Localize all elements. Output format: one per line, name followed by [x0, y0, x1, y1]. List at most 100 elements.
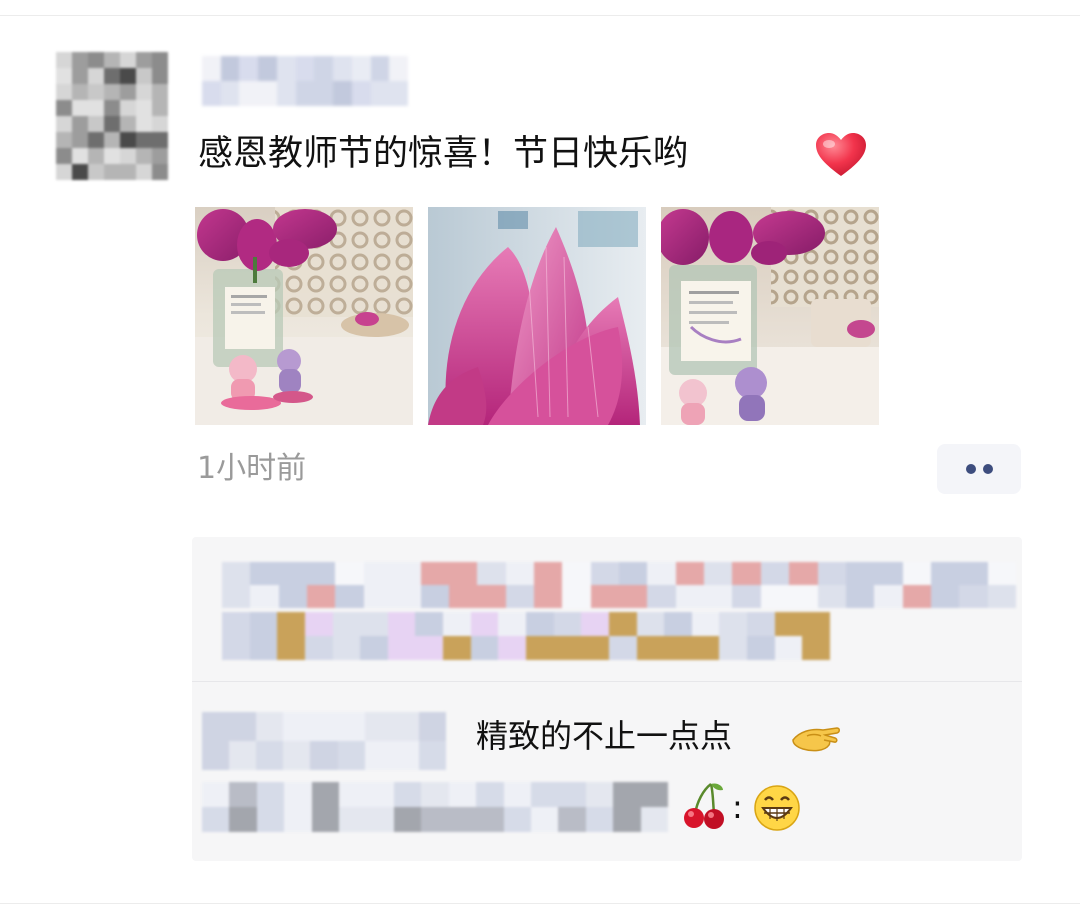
- mosaic-cell: [902, 585, 931, 608]
- mosaic-cell: [351, 81, 371, 106]
- mosaic-cell: [420, 585, 449, 608]
- mosaic-cell: [136, 52, 152, 68]
- mosaic-cell: [477, 585, 506, 608]
- mosaic-cell: [647, 562, 676, 585]
- mosaic-cell: [585, 782, 614, 807]
- mosaic-cell: [239, 81, 259, 106]
- mosaic-cell: [503, 807, 531, 832]
- mosaic-cell: [333, 56, 352, 81]
- mosaic-cell: [277, 612, 305, 636]
- mosaic-cell: [295, 81, 315, 106]
- post-text: 感恩教师节的惊喜！节日快乐哟: [198, 134, 689, 174]
- mosaic-cell: [590, 562, 619, 585]
- mosaic-cell: [120, 68, 136, 84]
- comment-divider: [192, 681, 1022, 682]
- mosaic-cell: [229, 741, 257, 770]
- top-divider: [0, 15, 1080, 16]
- mosaic-cell: [152, 84, 168, 100]
- mosaic-cell: [930, 585, 960, 608]
- commenter-name-obscured[interactable]: [202, 782, 668, 832]
- mosaic-cell: [526, 636, 554, 660]
- mosaic-cell: [222, 636, 250, 660]
- mosaic-cell: [56, 52, 72, 68]
- mosaic-cell: [72, 100, 88, 116]
- mosaic-cell: [418, 712, 446, 741]
- mosaic-cell: [845, 562, 875, 585]
- mosaic-cell: [276, 56, 296, 81]
- mosaic-cell: [789, 562, 818, 585]
- mosaic-cell: [619, 585, 648, 608]
- mosaic-cell: [202, 807, 230, 832]
- mosaic-cell: [136, 148, 152, 164]
- mosaic-cell: [333, 81, 352, 106]
- mosaic-cell: [476, 782, 504, 807]
- mosaic-cell: [553, 612, 582, 636]
- mosaic-cell: [88, 148, 104, 164]
- mosaic-cell: [789, 585, 818, 608]
- lotus-vase-photo-1[interactable]: [195, 207, 413, 425]
- mosaic-cell: [88, 52, 104, 68]
- mosaic-cell: [420, 562, 449, 585]
- more-actions-button[interactable]: [937, 444, 1021, 494]
- mosaic-cell: [719, 636, 748, 660]
- username-obscured[interactable]: [202, 56, 408, 106]
- mosaic-cell: [747, 612, 775, 636]
- mosaic-cell: [553, 636, 582, 660]
- mosaic-cell: [360, 636, 388, 660]
- mosaic-cell: [987, 585, 1016, 608]
- mosaic-cell: [278, 562, 308, 585]
- lotus-bud-closeup-photo[interactable]: [428, 207, 646, 425]
- mosaic-cell: [366, 807, 394, 832]
- mosaic-cell: [72, 68, 88, 84]
- mosaic-cell: [747, 636, 775, 660]
- mosaic-cell: [719, 612, 748, 636]
- mosaic-cell: [415, 612, 444, 636]
- mosaic-cell: [249, 612, 278, 636]
- mosaic-cell: [120, 100, 136, 116]
- mosaic-cell: [152, 68, 168, 84]
- mosaic-cell: [505, 585, 534, 608]
- mosaic-cell: [370, 56, 390, 81]
- mosaic-cell: [418, 741, 446, 770]
- mosaic-cell: [608, 612, 637, 636]
- lotus-vase-photo-2[interactable]: [661, 207, 879, 425]
- post-timestamp: 1小时前: [197, 451, 307, 486]
- mosaic-cell: [415, 636, 444, 660]
- mosaic-cell: [363, 562, 393, 585]
- mosaic-cell: [136, 164, 152, 180]
- mosaic-cell: [88, 116, 104, 132]
- mosaic-cell: [222, 562, 251, 585]
- mosaic-cell: [732, 585, 761, 608]
- mosaic-cell: [136, 116, 152, 132]
- mosaic-cell: [902, 562, 931, 585]
- mosaic-cell: [448, 562, 478, 585]
- mosaic-cell: [608, 636, 637, 660]
- mosaic-cell: [88, 100, 104, 116]
- mosaic-cell: [88, 84, 104, 100]
- mosaic-cell: [202, 56, 221, 81]
- mosaic-cell: [335, 562, 364, 585]
- mosaic-cell: [56, 164, 72, 180]
- mosaic-cell: [72, 116, 88, 132]
- mosaic-cell: [476, 807, 504, 832]
- mosaic-cell: [120, 148, 136, 164]
- mosaic-cell: [202, 741, 230, 770]
- mosaic-cell: [277, 636, 305, 660]
- mosaic-cell: [533, 585, 563, 608]
- mosaic-cell: [339, 782, 367, 807]
- mosaic-cell: [498, 636, 526, 660]
- commenter-name-obscured[interactable]: [202, 712, 446, 770]
- mosaic-cell: [874, 585, 903, 608]
- avatar[interactable]: [56, 52, 168, 180]
- bottom-divider: [0, 903, 1080, 904]
- moments-feed-page: 感恩教师节的惊喜！节日快乐哟 1小时前 精致的不止一点点:: [0, 0, 1080, 919]
- mosaic-cell: [387, 636, 416, 660]
- mosaic-cell: [640, 782, 668, 807]
- mosaic-cell: [56, 100, 72, 116]
- mosaic-cell: [250, 562, 279, 585]
- mosaic-cell: [56, 116, 72, 132]
- mosaic-cell: [774, 636, 803, 660]
- mosaic-cell: [387, 612, 416, 636]
- mosaic-cell: [311, 807, 340, 832]
- mosaic-cell: [332, 612, 361, 636]
